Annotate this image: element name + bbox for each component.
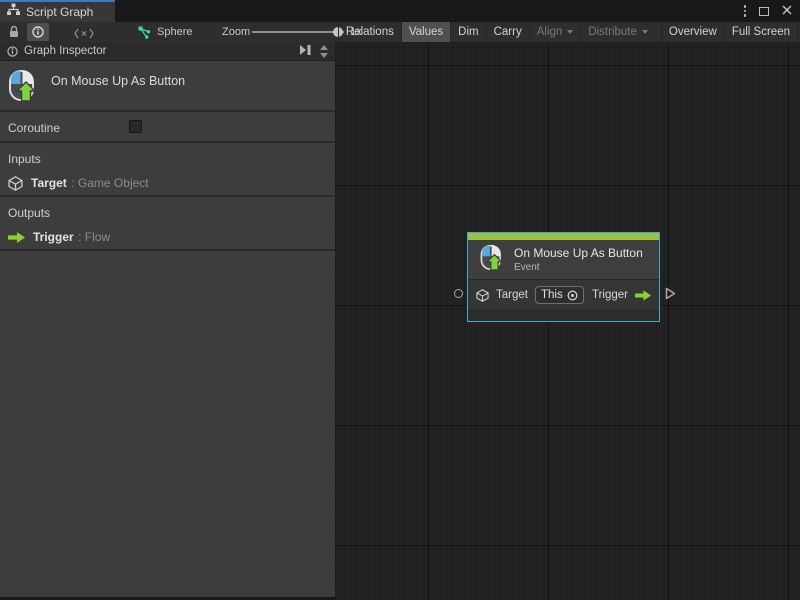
relations-button[interactable]: Relations [337,22,401,42]
script-graph-tab-icon [7,3,20,21]
align-dropdown[interactable]: Align [528,22,581,42]
toolbar-buttons: Relations Values Dim Carry Align Distrib… [337,22,798,42]
graph-inspector-panel: Graph Inspector On Mouse Up As Button Co… [0,42,335,597]
graph-toolbar: Sphere Zoom 1x Relations Values Dim Carr… [0,22,800,42]
info-toggle-button[interactable] [27,23,49,41]
inspector-title: Graph Inspector [24,45,107,57]
mouse-up-icon [7,68,39,110]
graph-name: Sphere [157,26,193,38]
inputs-header: Inputs [8,152,41,166]
target-value-chip[interactable]: This [534,286,584,304]
info-icon [7,45,18,57]
input-type: : Game Object [71,176,149,190]
inputs-section: Inputs Target : Game Object [0,143,335,197]
coroutine-checkbox[interactable] [129,120,142,133]
chevron-up-icon [320,44,328,50]
chevron-down-icon [567,29,574,34]
output-name: Trigger [33,230,74,244]
outputs-header: Outputs [8,206,51,220]
script-graph-window: Script Graph Sphere Zoom 1x Relations Va… [0,0,800,600]
output-type: : Flow [78,230,111,244]
full-screen-button[interactable]: Full Screen [723,22,798,42]
lock-icon[interactable] [8,25,20,43]
input-row-target: Target : Game Object [0,174,335,192]
node-color-bar [468,233,659,240]
values-button[interactable]: Values [400,22,451,42]
overview-button[interactable]: Overview [660,22,724,42]
zoom-label: Zoom [222,26,251,38]
input-name: Target [31,176,67,190]
chevron-down-icon [320,52,328,58]
mouse-up-icon [479,243,505,276]
dim-button[interactable]: Dim [450,22,485,42]
coroutine-label: Coroutine [8,121,61,135]
node-footer [468,310,659,321]
target-picker-icon [567,290,578,300]
kebab-menu-icon[interactable] [743,5,746,17]
coroutine-row: Coroutine [0,112,335,143]
close-icon[interactable] [782,2,792,20]
node-input-port[interactable] [454,289,463,298]
output-row-trigger: Trigger : Flow [0,228,335,246]
distribute-dropdown[interactable]: Distribute [580,22,655,42]
cube-icon [8,175,23,191]
scroll-spinner[interactable] [320,44,328,58]
graph-reference[interactable]: Sphere [138,22,192,42]
inspector-header: Graph Inspector [0,42,335,61]
graph-canvas[interactable]: On Mouse Up As Button Event Target This [335,42,800,600]
titlebar: Script Graph [0,0,800,22]
chevron-down-icon [641,29,648,34]
node-subtitle: Event [514,262,540,273]
unit-title-section: On Mouse Up As Button [0,61,335,112]
tab-script-graph[interactable]: Script Graph [0,0,115,22]
script-graph-icon [138,26,151,39]
maximize-icon[interactable] [759,6,769,16]
outputs-section: Outputs Trigger : Flow [0,197,335,251]
dock-panel-icon[interactable] [299,42,312,60]
trigger-port-label: Trigger [592,289,628,301]
carry-button[interactable]: Carry [485,22,529,42]
node-title: On Mouse Up As Button [514,246,643,260]
cube-icon [476,288,489,302]
tab-label: Script Graph [26,5,94,19]
flow-arrow-icon [635,289,651,301]
on-mouse-up-as-button-node[interactable]: On Mouse Up As Button Event Target This [467,232,660,322]
node-port-row: Target This Trigger [468,279,659,310]
zoom-slider-track[interactable] [252,31,344,33]
unit-title: On Mouse Up As Button [51,74,186,88]
flow-arrow-icon [8,231,25,243]
target-port-label: Target [496,289,528,301]
node-header[interactable]: On Mouse Up As Button Event [468,240,659,279]
node-output-port[interactable] [665,287,676,305]
